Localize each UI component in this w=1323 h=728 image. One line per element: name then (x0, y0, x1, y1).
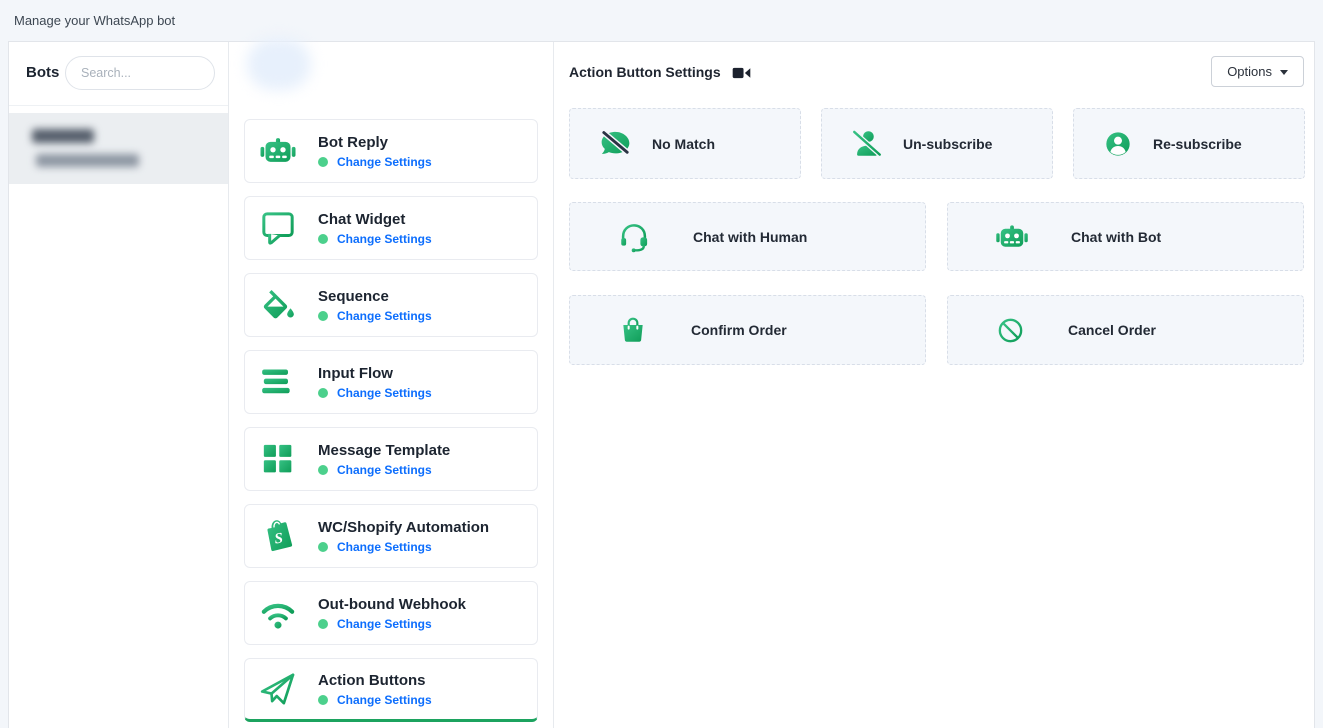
headset-icon (616, 219, 652, 255)
user-slash-icon (850, 127, 884, 161)
grid-icon (258, 439, 298, 479)
chat-bubble-icon (258, 208, 298, 248)
blurred-avatar (247, 38, 311, 90)
tool-card-title: Message Template (318, 442, 450, 459)
tool-card-title: Chat Widget (318, 211, 432, 228)
sidebar-header: Bots (9, 42, 228, 106)
bars-icon (258, 362, 298, 402)
tool-card-title: Sequence (318, 288, 432, 305)
options-label: Options (1227, 64, 1272, 79)
tool-card-sequence[interactable]: Sequence Change Settings (244, 273, 538, 337)
action-button-confirm-order[interactable]: Confirm Order (569, 295, 926, 365)
bot-list-item-selected[interactable] (9, 113, 228, 184)
tool-card-title: WC/Shopify Automation (318, 519, 489, 536)
status-dot (318, 234, 328, 244)
action-button-label: Confirm Order (691, 322, 787, 338)
shopping-bag-icon (617, 314, 649, 346)
action-button-chat-with-human[interactable]: Chat with Human (569, 202, 926, 271)
options-dropdown-button[interactable]: Options (1211, 56, 1304, 87)
bot-tools-column: Bot Reply Change Settings Chat Widget Ch… (229, 42, 554, 728)
tool-card-title: Out-bound Webhook (318, 596, 466, 613)
page-header: Manage your WhatsApp bot (0, 0, 1323, 41)
panel-title: Action Button Settings (569, 64, 721, 80)
tool-card-message-template[interactable]: Message Template Change Settings (244, 427, 538, 491)
action-button-label: Chat with Bot (1071, 229, 1161, 245)
change-settings-link[interactable]: Change Settings (337, 232, 432, 246)
tool-card-chat-widget[interactable]: Chat Widget Change Settings (244, 196, 538, 260)
change-settings-link[interactable]: Change Settings (337, 386, 432, 400)
action-button-resubscribe[interactable]: Re-subscribe (1073, 108, 1305, 179)
status-dot (318, 157, 328, 167)
page-title: Manage your WhatsApp bot (14, 13, 175, 28)
action-button-label: Un-subscribe (903, 136, 992, 152)
change-settings-link[interactable]: Change Settings (337, 463, 432, 477)
change-settings-link[interactable]: Change Settings (337, 617, 432, 631)
action-button-no-match[interactable]: No Match (569, 108, 801, 179)
action-button-cancel-order[interactable]: Cancel Order (947, 295, 1304, 365)
tool-card-action-buttons[interactable]: Action Buttons Change Settings (244, 658, 538, 722)
change-settings-link[interactable]: Change Settings (337, 309, 432, 323)
bot-phone-redacted (36, 154, 139, 167)
status-dot (318, 311, 328, 321)
tool-card-title: Input Flow (318, 365, 432, 382)
action-button-label: No Match (652, 136, 715, 152)
tool-card-title: Bot Reply (318, 134, 432, 151)
change-settings-link[interactable]: Change Settings (337, 693, 432, 707)
video-tutorial-icon[interactable] (732, 66, 751, 80)
action-button-settings-panel: Action Button Settings Options No Match (554, 42, 1316, 728)
robot-icon (994, 219, 1030, 255)
status-dot (318, 465, 328, 475)
tool-card-shopify-automation[interactable]: S WC/Shopify Automation Change Settings (244, 504, 538, 568)
tool-card-input-flow[interactable]: Input Flow Change Settings (244, 350, 538, 414)
action-button-label: Re-subscribe (1153, 136, 1242, 152)
main-panel: Bots Bot Reply Change Settings (8, 41, 1315, 728)
chevron-down-icon (1280, 70, 1288, 75)
status-dot (318, 619, 328, 629)
action-button-label: Chat with Human (693, 229, 807, 245)
tool-card-bot-reply[interactable]: Bot Reply Change Settings (244, 119, 538, 183)
tool-card-title: Action Buttons (318, 672, 432, 689)
paint-fill-icon (258, 285, 298, 325)
status-dot (318, 695, 328, 705)
bots-label: Bots (26, 64, 59, 81)
change-settings-link[interactable]: Change Settings (337, 540, 432, 554)
status-dot (318, 388, 328, 398)
tool-card-outbound-webhook[interactable]: Out-bound Webhook Change Settings (244, 581, 538, 645)
bots-search-input[interactable] (65, 56, 215, 90)
user-circle-icon (1102, 128, 1134, 160)
change-settings-link[interactable]: Change Settings (337, 155, 432, 169)
ban-icon (995, 315, 1026, 346)
action-button-chat-with-bot[interactable]: Chat with Bot (947, 202, 1304, 271)
action-button-label: Cancel Order (1068, 322, 1156, 338)
shopify-icon: S (258, 516, 298, 556)
bots-sidebar: Bots (9, 42, 229, 728)
paper-plane-icon (258, 669, 298, 709)
comment-slash-icon (598, 126, 633, 161)
action-button-unsubscribe[interactable]: Un-subscribe (821, 108, 1053, 179)
wifi-icon (258, 593, 298, 633)
status-dot (318, 542, 328, 552)
bot-name-redacted (32, 129, 94, 143)
robot-icon (258, 131, 298, 171)
